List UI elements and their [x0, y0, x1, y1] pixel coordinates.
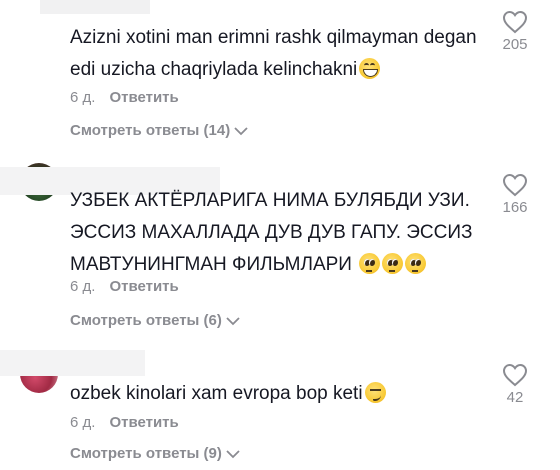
comment-text-content: Azizni xotini man erimni rashk qilmayman…: [70, 27, 477, 80]
grinning-face-emoji: [359, 58, 381, 79]
view-replies-label: Смотреть ответы (9): [70, 445, 222, 462]
redacted-avatar-area: [40, 0, 150, 14]
comment-text: УЗБЕК АКТЁРЛАРИГА НИМА БУЛЯБДИ УЗИ. ЭССИ…: [70, 185, 490, 281]
like-button[interactable]: 42: [492, 363, 538, 406]
comment-text-content: ozbek kinolari xam evropa bop keti: [70, 383, 363, 404]
view-replies-button[interactable]: Смотреть ответы (9): [70, 445, 240, 463]
comment-time: 6 д.: [70, 414, 96, 431]
reply-button[interactable]: Ответить: [109, 278, 178, 295]
like-button[interactable]: 205: [492, 10, 538, 53]
redacted-username-area: [0, 350, 145, 376]
comment-text: Azizni xotini man erimni rashk qilmayman…: [70, 22, 490, 86]
like-count: 42: [506, 389, 524, 406]
comment-time: 6 д.: [70, 89, 96, 106]
smirking-face-emoji: [364, 382, 386, 403]
comment-meta: 6 д. Ответить: [70, 89, 179, 106]
comment-item: ozbek kinolari xam evropa bop keti 6 д. О…: [0, 345, 560, 470]
like-count: 205: [502, 36, 528, 53]
heart-icon: [502, 173, 528, 197]
comment-item: УЗБЕК АКТЁРЛАРИГА НИМА БУЛЯБДИ УЗИ. ЭССИ…: [0, 155, 560, 335]
view-replies-button[interactable]: Смотреть ответы (14): [70, 122, 248, 140]
like-button[interactable]: 166: [492, 173, 538, 216]
comment-meta: 6 д. Ответить: [70, 278, 179, 295]
comment-text: ozbek kinolari xam evropa bop keti: [70, 378, 490, 410]
comment-time: 6 д.: [70, 278, 96, 295]
chevron-down-icon: [234, 123, 248, 140]
like-count: 166: [502, 199, 528, 216]
view-replies-button[interactable]: Смотреть ответы (6): [70, 312, 240, 330]
heart-icon: [502, 10, 528, 34]
reply-button[interactable]: Ответить: [109, 89, 178, 106]
view-replies-label: Смотреть ответы (14): [70, 122, 231, 139]
chevron-down-icon: [226, 313, 240, 330]
comment-item: Azizni xotini man erimni rashk qilmayman…: [0, 0, 560, 150]
heart-icon: [502, 363, 528, 387]
view-replies-label: Смотреть ответы (6): [70, 312, 222, 329]
comment-meta: 6 д. Ответить: [70, 414, 179, 431]
chevron-down-icon: [226, 446, 240, 463]
pleading-face-emoji: [405, 253, 427, 274]
pleading-face-emoji: [382, 253, 404, 274]
reply-button[interactable]: Ответить: [109, 414, 178, 431]
pleading-face-emoji: [359, 253, 381, 274]
